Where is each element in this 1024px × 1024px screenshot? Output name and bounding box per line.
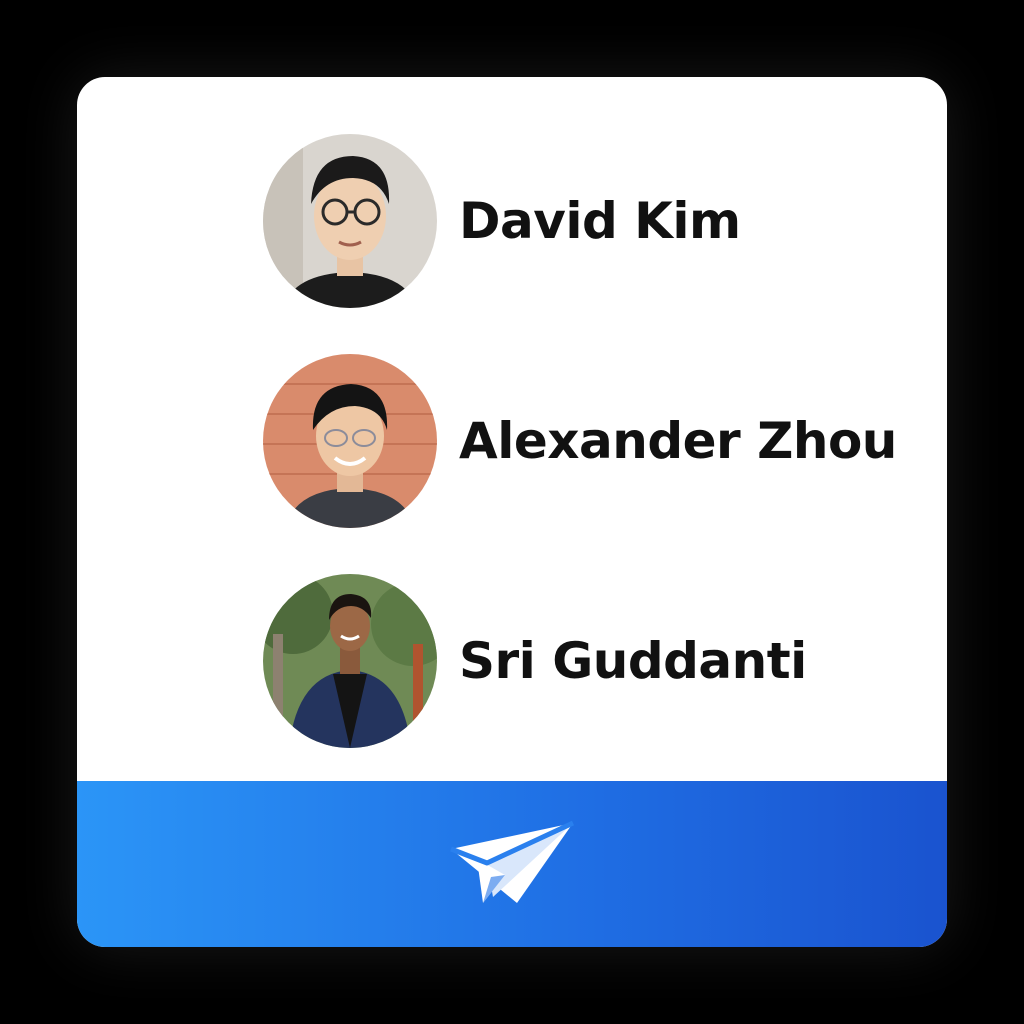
avatar <box>263 354 437 528</box>
avatar <box>263 134 437 308</box>
paper-plane-icon <box>450 820 575 903</box>
footer-bar <box>77 781 947 947</box>
member-list: David Kim Alexander Zhou Sri Guddanti <box>263 134 897 794</box>
send-button[interactable] <box>442 814 582 914</box>
avatar <box>263 574 437 748</box>
member-item: Alexander Zhou <box>263 354 897 528</box>
member-name: Sri Guddanti <box>459 632 807 690</box>
team-card: David Kim Alexander Zhou Sri Guddanti <box>77 77 947 947</box>
member-item: Sri Guddanti <box>263 574 897 748</box>
member-name: Alexander Zhou <box>459 412 897 470</box>
member-item: David Kim <box>263 134 897 308</box>
member-name: David Kim <box>459 192 741 250</box>
